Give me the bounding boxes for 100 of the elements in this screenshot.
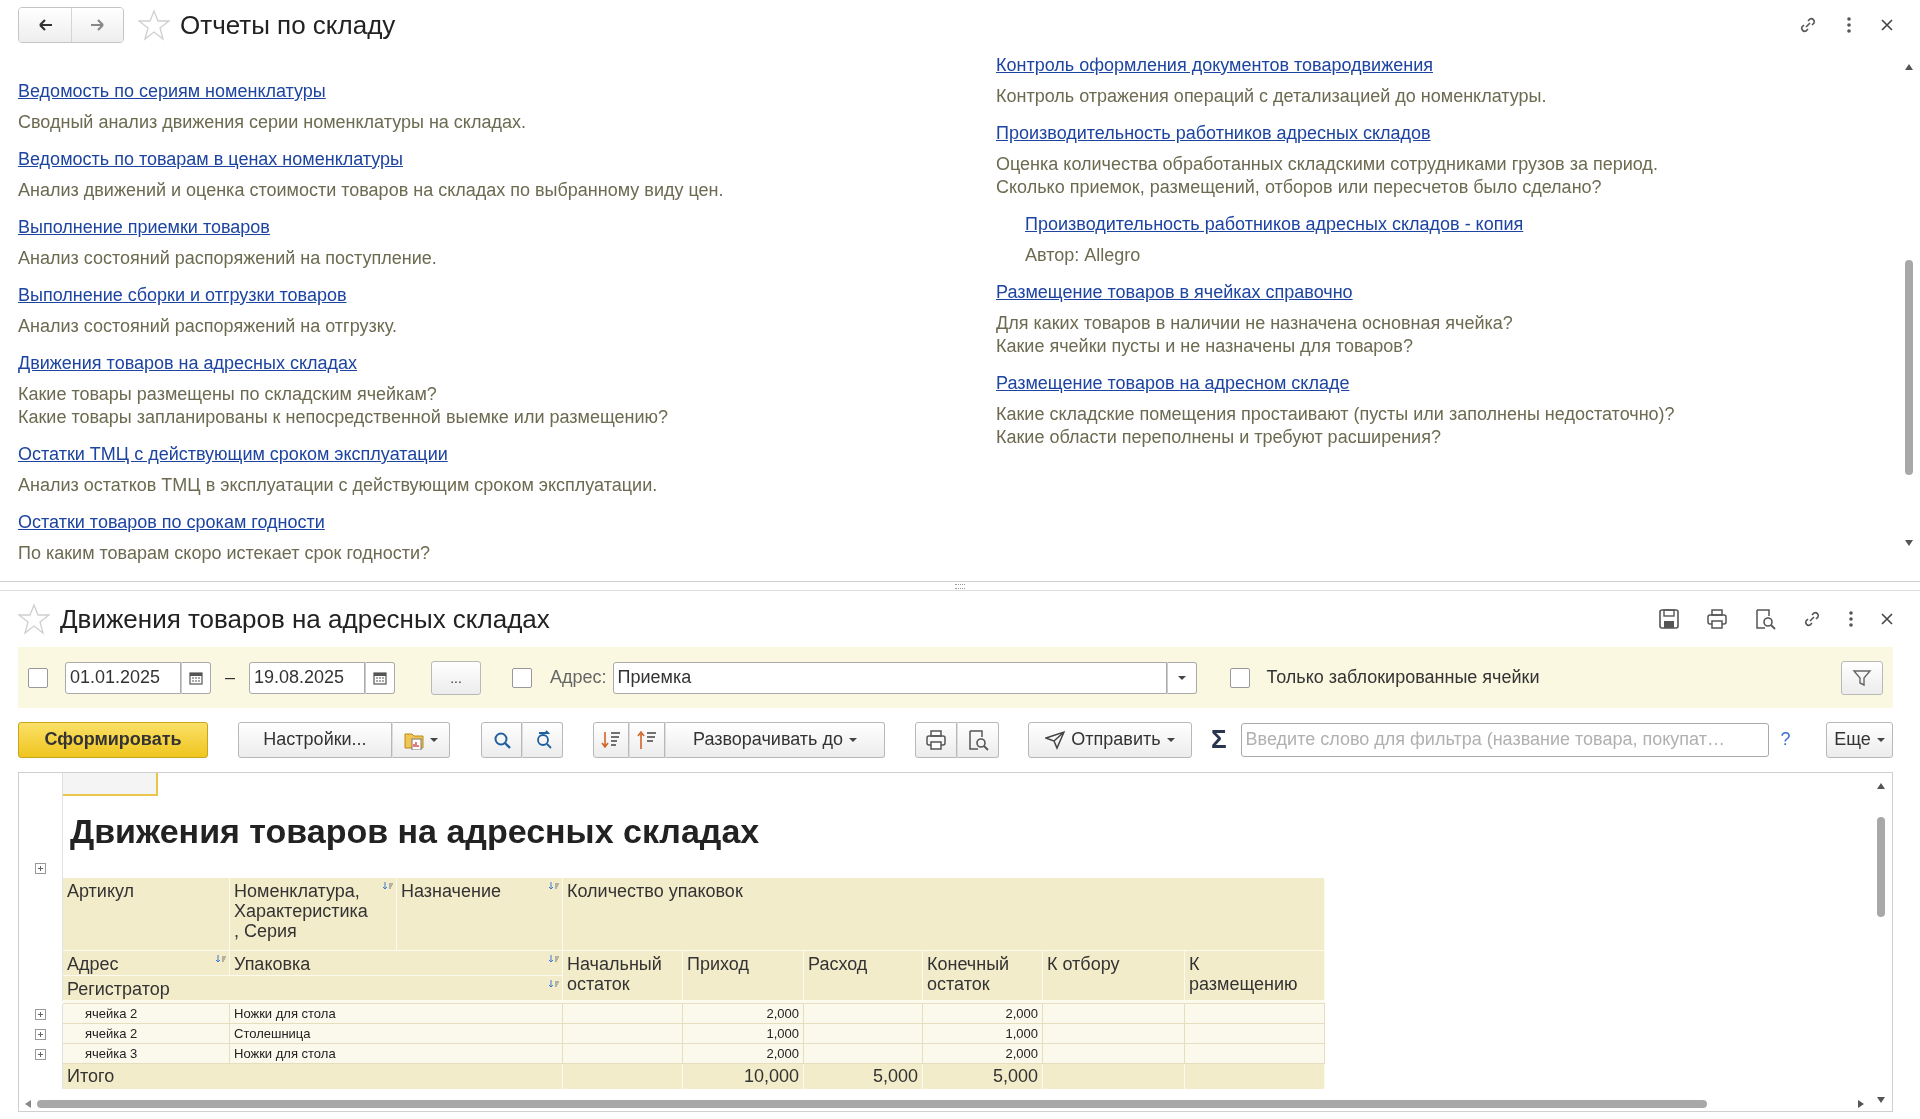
star-icon[interactable] [18, 603, 50, 635]
table-cell: 2,000 [923, 1004, 1043, 1024]
star-icon[interactable] [138, 9, 170, 41]
preview-icon [1754, 608, 1776, 630]
calendar-button[interactable] [365, 661, 395, 694]
send-button[interactable]: Отправить [1028, 721, 1192, 758]
report-link[interactable]: Размещение товаров в ячейках справочно [996, 280, 1353, 304]
scroll-down-icon[interactable] [1877, 1097, 1885, 1103]
column-heading: Адрес [67, 954, 119, 974]
caret-icon [1876, 737, 1885, 742]
sort-icon[interactable] [549, 881, 560, 890]
splitter-handle[interactable] [955, 583, 965, 589]
funnel-icon [1852, 667, 1872, 688]
sort-ascending-icon [637, 729, 657, 750]
preview-button[interactable] [957, 721, 999, 758]
total-label: Итого [63, 1064, 563, 1089]
back-button[interactable] [19, 8, 71, 42]
search-field[interactable]: Введите слово для фильтра (название товара, покупат… [1240, 722, 1769, 757]
print-button[interactable] [915, 721, 957, 758]
link-icon [1802, 609, 1822, 629]
total-cell: 10,000 [683, 1064, 804, 1089]
variants-button[interactable] [392, 721, 450, 758]
report-link[interactable]: Остатки ТМЦ с действующим сроком эксплуатации [18, 442, 448, 466]
report-link[interactable]: Движения товаров на адресных складах [18, 351, 358, 375]
table-cell: Столешница [230, 1024, 563, 1044]
sort-descending-button[interactable] [593, 721, 629, 758]
sum-button[interactable]: Σ [1211, 724, 1227, 755]
address-field[interactable]: Приемка [612, 661, 1167, 694]
column-heading: Упаковка [234, 954, 311, 974]
scrollbar-thumb[interactable] [1905, 260, 1913, 475]
expand-row-icon[interactable] [35, 1008, 46, 1020]
table-cell: 2,000 [923, 1044, 1043, 1064]
checkbox[interactable] [512, 667, 532, 688]
column-heading: Количество упаковок [567, 881, 743, 901]
selected-cell[interactable] [63, 773, 158, 796]
date-field[interactable]: 19.08.2025 [249, 661, 365, 694]
column-heading: Приход [687, 954, 749, 974]
column-heading: Назначение [401, 881, 501, 901]
report-link[interactable]: Ведомость по товарам в ценах номенклатуры [18, 147, 404, 171]
kebab-icon [1846, 16, 1852, 34]
link-icon [1798, 15, 1818, 35]
report-description: Сводный анализ движения серии номенклатуры на складах. [18, 111, 527, 134]
checkbox[interactable] [1229, 667, 1250, 688]
printer-icon [925, 728, 947, 751]
search-again-button[interactable] [522, 721, 563, 758]
report-link[interactable]: Контроль оформления документов товародвижения [996, 53, 1433, 77]
sort-icon[interactable] [383, 881, 394, 890]
scroll-up-icon[interactable] [1905, 64, 1913, 70]
generate-button[interactable]: Сформировать [18, 721, 208, 758]
caret-icon [430, 737, 438, 742]
report-link[interactable]: Выполнение приемки товаров [18, 215, 270, 239]
column-heading: Номенклатура, Характеристика , Серия [234, 881, 368, 941]
report-link[interactable]: Ведомость по сериям номенклатуры [18, 79, 326, 103]
scrollbar-thumb[interactable] [1877, 817, 1885, 917]
column-heading: К отбору [1047, 954, 1120, 974]
search-button[interactable] [481, 721, 522, 758]
calendar-icon [373, 670, 387, 685]
preview-icon [967, 728, 989, 751]
report-link[interactable]: Производительность работников адресных складов - копия [1025, 212, 1524, 236]
scroll-up-icon[interactable] [1877, 783, 1885, 789]
sort-icon[interactable] [549, 954, 560, 963]
period-button[interactable]: ... [431, 660, 481, 695]
caret-icon [1177, 675, 1186, 680]
table-cell: 1,000 [923, 1024, 1043, 1044]
window-title: Движения товаров на адресных складах [60, 603, 550, 635]
sort-icon[interactable] [549, 979, 560, 988]
report-description: Анализ состояний распоряжений на поступление. [18, 247, 438, 270]
help-link[interactable]: ? [1780, 729, 1791, 750]
report-description: Для каких товаров в наличии не назначена основная ячейка? Какие ячейки пусты и не назначены для товаров? [996, 312, 1514, 358]
report-link[interactable]: Производительность работников адресных складов [996, 121, 1431, 145]
date-field[interactable]: 01.01.2025 [65, 661, 181, 694]
scroll-left-icon[interactable] [25, 1100, 31, 1108]
more-button[interactable]: Еще [1826, 721, 1893, 758]
scroll-right-icon[interactable] [1858, 1100, 1864, 1108]
sort-ascending-button[interactable] [629, 721, 665, 758]
column-heading: Артикул [67, 881, 135, 901]
scrollbar-thumb[interactable] [37, 1100, 1707, 1108]
calendar-button[interactable] [181, 661, 211, 694]
date-separator: – [225, 667, 235, 688]
expand-group-icon[interactable] [35, 863, 46, 874]
expand-row-icon[interactable] [35, 1048, 46, 1060]
total-cell: 5,000 [804, 1064, 923, 1089]
checkbox[interactable] [28, 667, 48, 688]
report-link[interactable]: Выполнение сборки и отгрузки товаров [18, 283, 347, 307]
report-description: Автор: Allegro [1025, 244, 1142, 267]
report-description: Анализ состояний распоряжений на отгрузку. [18, 315, 398, 338]
settings-button[interactable]: Настройки... [238, 721, 392, 758]
report-link[interactable]: Размещение товаров на адресном складе [996, 371, 1350, 395]
close-icon [1880, 612, 1894, 626]
expand-to-button[interactable]: Разворачивать до [665, 721, 885, 758]
kebab-icon [1848, 610, 1854, 628]
table-cell: ячейка 2 [63, 1024, 230, 1044]
sort-icon[interactable] [216, 954, 227, 963]
scroll-down-icon[interactable] [1905, 540, 1913, 546]
total-cell: 5,000 [923, 1064, 1043, 1089]
filter-button[interactable] [1841, 660, 1883, 695]
paper-plane-icon [1045, 729, 1066, 750]
table-cell: 2,000 [683, 1004, 804, 1024]
report-link[interactable]: Остатки товаров по срокам годности [18, 510, 325, 534]
expand-row-icon[interactable] [35, 1028, 46, 1040]
